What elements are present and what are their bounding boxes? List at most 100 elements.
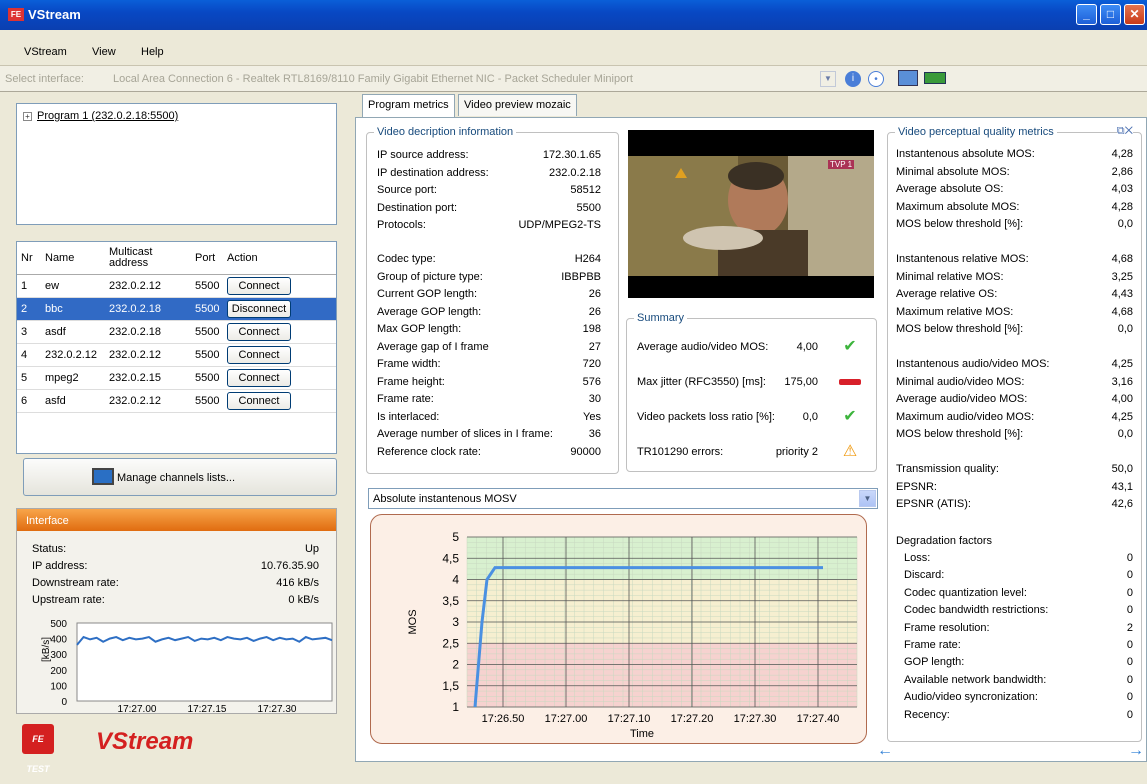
program-tree: + Program 1 (232.0.2.18:5500) xyxy=(16,103,337,225)
video-info-label: Current GOP length: xyxy=(377,288,478,300)
channel-name: bbc xyxy=(41,297,105,321)
maximize-button[interactable]: □ xyxy=(1100,4,1121,25)
video-info-label: Source port: xyxy=(377,184,437,196)
video-info-value: 576 xyxy=(582,375,601,388)
iface-value: 10.76.35.90 xyxy=(260,560,319,572)
video-preview[interactable]: TVP 1 xyxy=(628,130,874,298)
video-info-value: 26 xyxy=(588,288,601,300)
video-info-label: Reference clock rate: xyxy=(377,445,481,458)
video-info-label: Max GOP length: xyxy=(377,323,462,335)
network-icon[interactable] xyxy=(924,72,946,84)
interface-dropdown-arrow[interactable]: ▼ xyxy=(820,71,836,87)
degradation-value: 0 xyxy=(1126,691,1133,704)
video-info-value: 720 xyxy=(582,358,601,370)
col-multicast[interactable]: Multicast address xyxy=(105,242,191,275)
quality-metric-value: 42,6 xyxy=(1111,498,1133,510)
menu-bar: VStream View Help xyxy=(0,30,1147,66)
connect-button[interactable]: Connect xyxy=(227,368,291,387)
metric-dropdown-value: Absolute instantenous MOSV xyxy=(373,493,517,505)
tv-icon[interactable] xyxy=(898,70,918,86)
tab-video-preview[interactable]: Video preview mozaic xyxy=(458,94,577,116)
window-title: VStream xyxy=(28,7,81,22)
connect-button[interactable]: Connect xyxy=(227,391,291,410)
quality-metric-value: 2,86 xyxy=(1111,165,1133,178)
degradation-value: 2 xyxy=(1126,621,1133,634)
tree-item-label: Program 1 (232.0.2.18:5500) xyxy=(37,110,179,122)
connect-button[interactable]: Connect xyxy=(227,345,291,364)
degradation-value: 0 xyxy=(1126,708,1133,721)
video-info-value: 5500 xyxy=(576,201,601,214)
record-icon[interactable]: • xyxy=(868,71,884,87)
tab-program-metrics[interactable]: Program metrics xyxy=(362,94,455,118)
col-nr[interactable]: Nr xyxy=(17,242,41,275)
quality-metric-label: MOS below threshold [%]: xyxy=(896,428,1024,440)
degradation-value: 0 xyxy=(1126,569,1133,582)
quality-metric-label: MOS below threshold [%]: xyxy=(896,218,1024,230)
close-button[interactable]: ✕ xyxy=(1124,4,1145,25)
chart-xtick: 17:26.50 xyxy=(482,713,525,725)
summary-value: 175,00 xyxy=(784,376,818,388)
connect-button[interactable]: Connect xyxy=(227,322,291,341)
col-name[interactable]: Name xyxy=(41,242,105,275)
minimize-button[interactable]: _ xyxy=(1076,4,1097,25)
connect-button[interactable]: Connect xyxy=(227,276,291,295)
video-info-value: 172.30.1.65 xyxy=(542,149,601,161)
channel-port: 5500 xyxy=(191,389,223,413)
disconnect-button[interactable]: Disconnect xyxy=(227,299,291,318)
channel-nr: 5 xyxy=(17,366,41,390)
video-info-value: Yes xyxy=(583,410,601,423)
channel-overlay: TVP 1 xyxy=(828,160,855,169)
summary-label: Video packets loss ratio [%]: xyxy=(637,411,775,423)
rate-chart-xtick: 17:27.00 xyxy=(118,704,157,713)
menu-view[interactable]: View xyxy=(92,46,116,58)
video-info-value: 36 xyxy=(588,428,601,440)
summary-label: Max jitter (RFC3550) [ms]: xyxy=(637,376,766,388)
title-bar[interactable]: FE VStream _ □ ✕ xyxy=(0,0,1147,30)
interface-select[interactable]: Local Area Connection 6 - Realtek RTL816… xyxy=(113,73,633,85)
degradation-label: Codec quantization level: xyxy=(904,586,1027,599)
quality-metric-label: Average relative OS: xyxy=(896,288,998,300)
quality-metric-label: Average audio/video MOS: xyxy=(896,393,1028,405)
degradation-value: 0 xyxy=(1126,673,1133,686)
chart-ytick: 2,5 xyxy=(442,636,459,650)
menu-vstream[interactable]: VStream xyxy=(24,46,67,58)
tree-item-program[interactable]: + Program 1 (232.0.2.18:5500) xyxy=(23,110,179,122)
channel-action-cell: Connect xyxy=(223,343,336,367)
manage-channels-button[interactable]: Manage channels lists... xyxy=(23,458,337,496)
interface-panel-header[interactable]: Interface xyxy=(17,509,336,531)
undock-icon[interactable]: ⧉✕ xyxy=(1116,125,1133,138)
rate-chart-xtick: 17:27.30 xyxy=(258,704,297,713)
channel-row[interactable]: 5 mpeg2 232.0.2.15 5500 Connect xyxy=(17,366,336,390)
degradation-label: Frame resolution: xyxy=(904,621,990,634)
degradation-value: 0 xyxy=(1126,552,1133,564)
col-port[interactable]: Port xyxy=(191,242,223,275)
channel-row[interactable]: 4 232.0.2.12 232.0.2.12 5500 Connect xyxy=(17,343,336,367)
channel-port: 5500 xyxy=(191,343,223,367)
mos-chart-container: 1 1,5 2 2,5 3 3,5 4 4,5 5 17:26.50 17:27.00 17:27.1… xyxy=(370,514,867,744)
channel-row[interactable]: 3 asdf 232.0.2.18 5500 Connect xyxy=(17,320,336,344)
metric-dropdown[interactable]: Absolute instantenous MOSV ▼ xyxy=(368,488,878,509)
info-icon[interactable]: i xyxy=(845,71,861,87)
video-info-value: 27 xyxy=(588,340,601,353)
channel-action-cell: Disconnect xyxy=(223,297,336,321)
chevron-down-icon[interactable]: ▼ xyxy=(859,490,876,507)
menu-help[interactable]: Help xyxy=(141,46,164,58)
expand-icon[interactable]: + xyxy=(23,112,32,121)
interface-panel: Interface Status: Up IP address: 10.76.35.9… xyxy=(16,508,337,714)
summary-label: TR101290 errors: xyxy=(637,446,724,458)
fe-test-logo-icon: FE TEST xyxy=(22,724,54,774)
next-arrow-icon[interactable]: → xyxy=(1128,742,1144,760)
video-info-label: Protocols: xyxy=(377,219,426,231)
col-action[interactable]: Action xyxy=(223,242,336,275)
channel-row[interactable]: 2 bbc 232.0.2.18 5500 Disconnect xyxy=(17,297,336,321)
channel-row[interactable]: 1 ew 232.0.2.12 5500 Connect xyxy=(17,274,336,298)
video-info-value: 198 xyxy=(582,323,601,335)
channel-row[interactable]: 6 asfd 232.0.2.12 5500 Connect xyxy=(17,389,336,413)
rate-chart-ytick: 200 xyxy=(50,666,67,677)
prev-arrow-icon[interactable]: ← xyxy=(877,742,893,760)
video-info-label: Average number of slices in I frame: xyxy=(377,428,553,440)
interface-bar: Select interface: Local Area Connection … xyxy=(0,66,1147,92)
video-info-value: H264 xyxy=(574,253,601,265)
channel-name: asfd xyxy=(41,389,105,413)
quality-metric-label: Minimal absolute MOS: xyxy=(896,165,1010,178)
